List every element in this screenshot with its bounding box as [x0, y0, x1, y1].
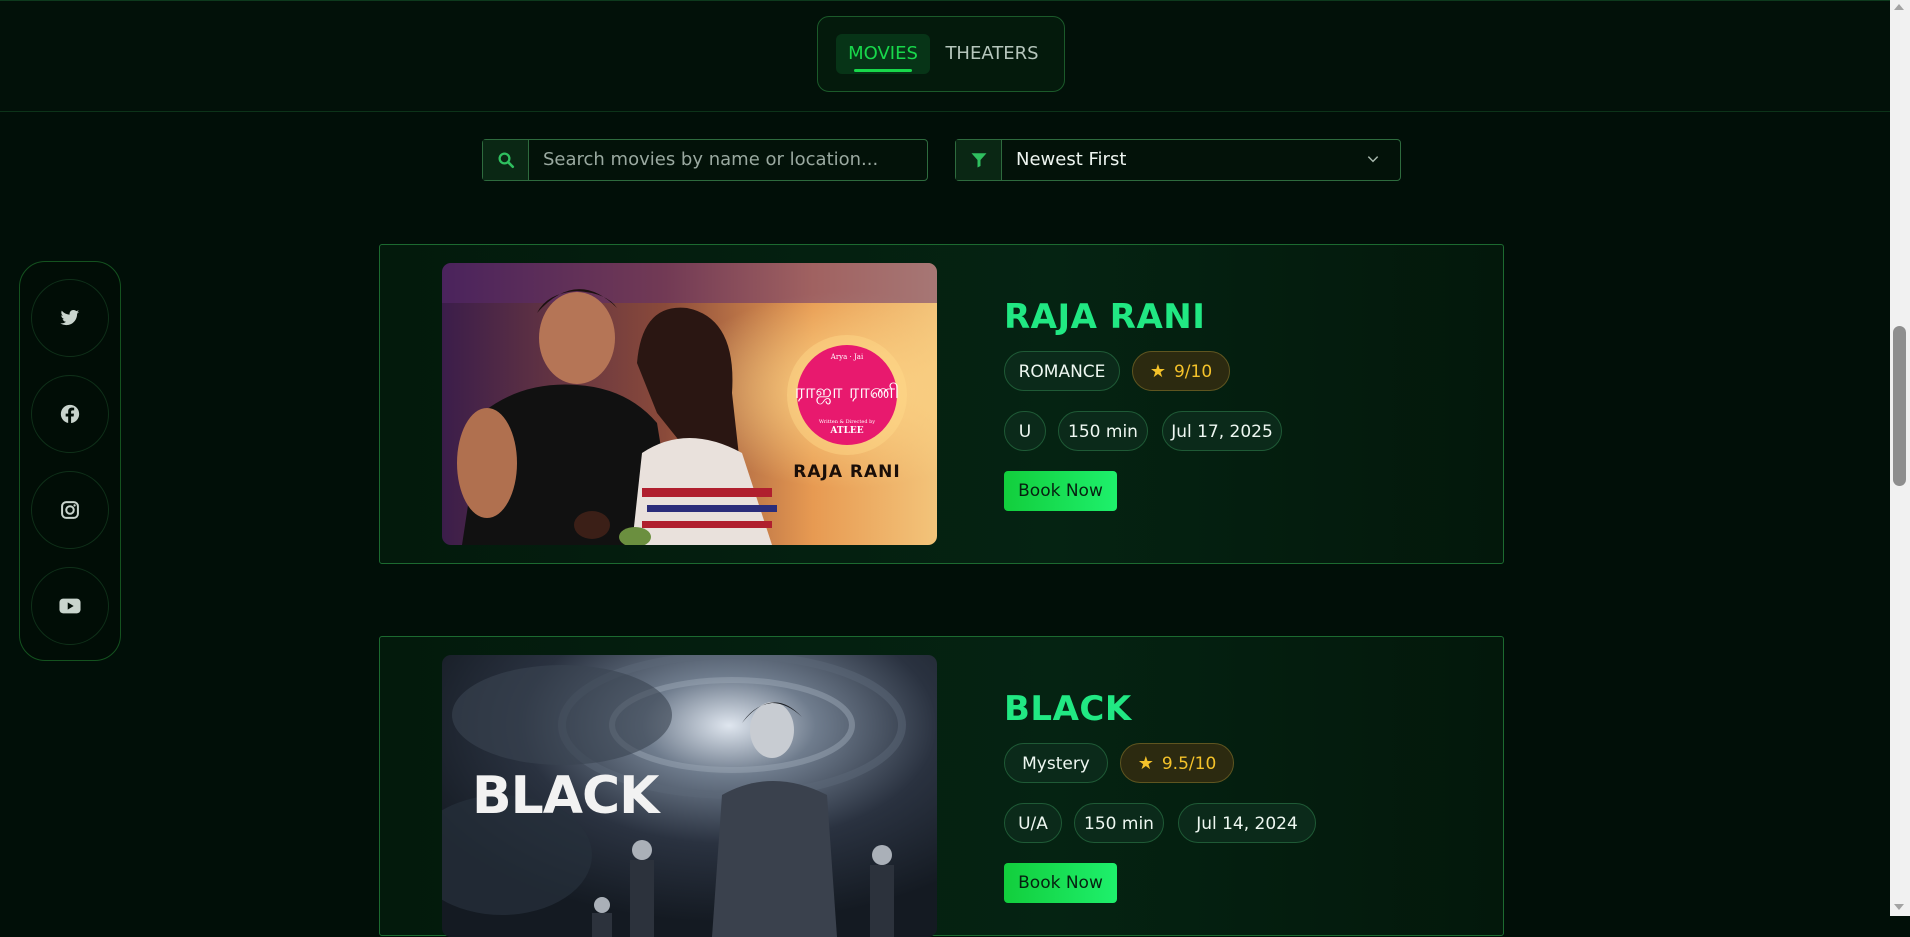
facebook-icon[interactable]	[31, 375, 109, 453]
movie-poster[interactable]: Arya · Jai ராஜா ராணி Written & Directed …	[442, 263, 937, 545]
star-icon: ★	[1149, 361, 1166, 382]
tab-movies[interactable]: MOVIES	[836, 34, 930, 74]
poster-logo-script: ராஜா ராணி	[795, 379, 900, 405]
release-date-badge: Jul 17, 2025	[1162, 411, 1282, 451]
rating-badge: ★ 9/10	[1132, 351, 1230, 391]
sort-value: Newest First	[1016, 149, 1127, 170]
scroll-down-arrow-icon[interactable]	[1894, 904, 1904, 910]
sort-select[interactable]: Newest First	[955, 139, 1401, 181]
instagram-icon[interactable]	[31, 471, 109, 549]
youtube-icon[interactable]	[31, 567, 109, 645]
certificate-badge: U	[1004, 411, 1046, 451]
poster-caption: RAJA RANI	[793, 462, 900, 482]
book-now-button[interactable]: Book Now	[1004, 471, 1117, 511]
movie-title: RAJA RANI	[1004, 297, 1206, 337]
scrollbar-thumb[interactable]	[1893, 326, 1906, 486]
filter-icon	[956, 140, 1002, 180]
chevron-down-icon	[1367, 156, 1379, 163]
book-now-button[interactable]: Book Now	[1004, 863, 1117, 903]
search-input[interactable]: Search movies by name or location...	[482, 139, 928, 181]
search-placeholder: Search movies by name or location...	[543, 149, 879, 170]
social-sidebar	[19, 261, 121, 661]
movie-poster[interactable]: BLACK	[442, 655, 937, 937]
duration-badge: 150 min	[1074, 803, 1164, 843]
movie-title: BLACK	[1004, 689, 1132, 729]
release-date-badge: Jul 14, 2024	[1178, 803, 1316, 843]
poster-logo-director: ATLEE	[829, 426, 863, 436]
rating-badge: ★ 9.5/10	[1120, 743, 1234, 783]
scroll-up-arrow-icon[interactable]	[1894, 4, 1904, 10]
tab-theaters[interactable]: THEATERS	[938, 34, 1046, 74]
rating-value: 9.5/10	[1161, 754, 1217, 774]
top-nav: MOVIES THEATERS	[0, 0, 1890, 112]
duration-badge: 150 min	[1058, 411, 1148, 451]
poster-logo-credit: Written & Directed by	[819, 419, 875, 425]
poster-logo-top: Arya · Jai	[830, 353, 864, 361]
search-icon	[483, 140, 529, 180]
twitter-icon[interactable]	[31, 279, 109, 357]
movie-card: Arya · Jai ராஜா ராணி Written & Directed …	[379, 244, 1504, 564]
poster-caption: BLACK	[472, 766, 661, 826]
rating-value: 9/10	[1173, 362, 1213, 382]
genre-badge: ROMANCE	[1004, 351, 1120, 391]
star-icon: ★	[1137, 753, 1154, 774]
movie-card: BLACK BLACK Mystery ★ 9.5/10 U/A 150 min …	[379, 636, 1504, 937]
certificate-badge: U/A	[1004, 803, 1062, 843]
genre-badge: Mystery	[1004, 743, 1108, 783]
view-tabs: MOVIES THEATERS	[817, 16, 1065, 92]
